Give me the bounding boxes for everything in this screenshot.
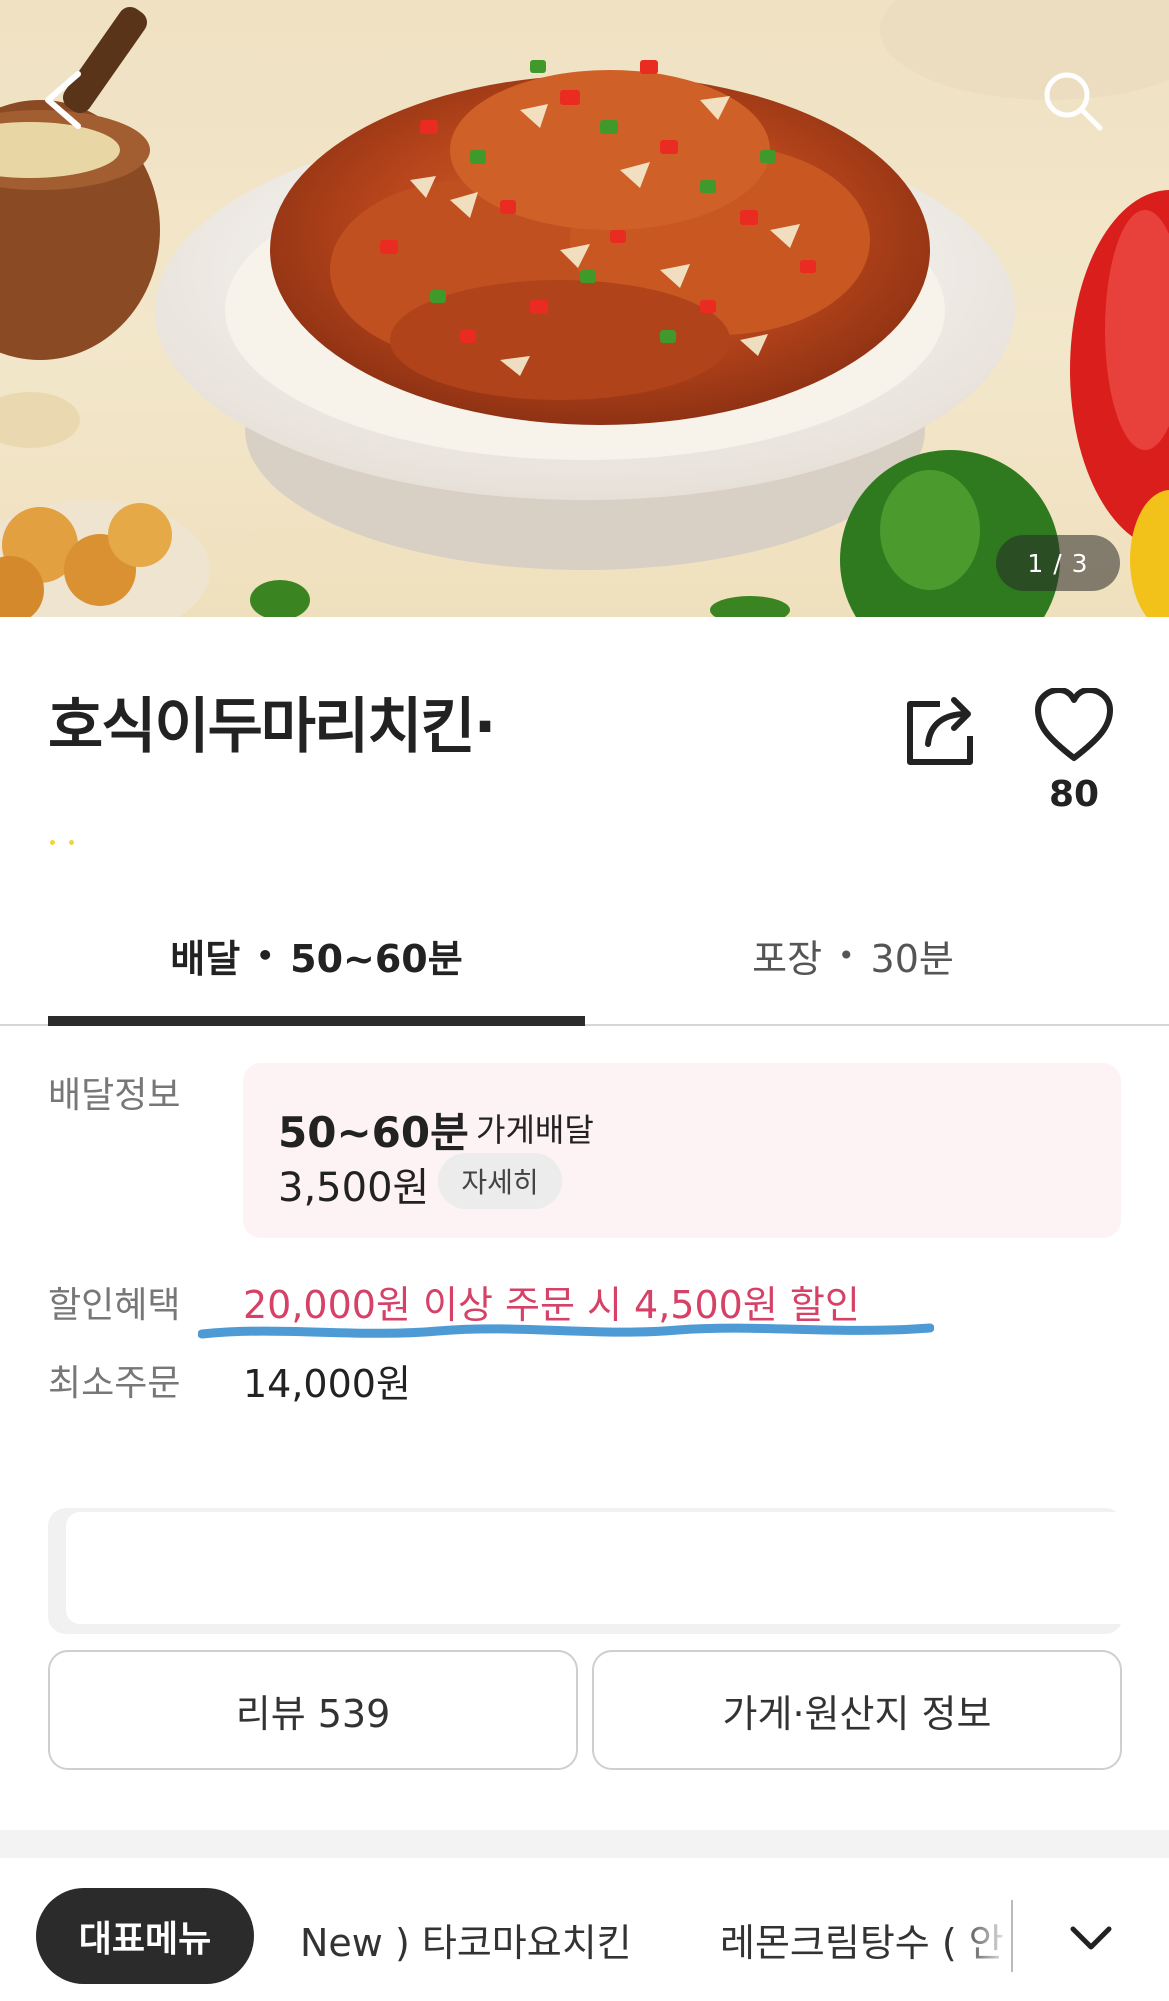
like-button[interactable] xyxy=(1034,687,1114,764)
category-divider xyxy=(1011,1900,1013,1972)
like-count: 80 xyxy=(1048,774,1100,815)
chevron-down-icon xyxy=(1070,1926,1112,1950)
promo-banner[interactable] xyxy=(48,1508,1123,1634)
tab-delivery-time: 50~60분 xyxy=(290,936,463,981)
category-expand-button[interactable] xyxy=(1050,1898,1132,1980)
category-fade xyxy=(958,1888,1012,1984)
discount-label: 할인혜택 xyxy=(48,1285,181,1326)
heart-icon xyxy=(1035,687,1113,761)
active-tab-indicator xyxy=(48,1016,585,1026)
share-button[interactable] xyxy=(900,688,984,772)
delivery-time: 50~60분 xyxy=(278,1108,469,1157)
tab-delivery[interactable]: 배달 • 50~60분 xyxy=(48,920,585,990)
delivery-type: 가게배달 xyxy=(476,1111,594,1149)
tab-delivery-label: 배달 xyxy=(170,936,241,981)
menu-category-bar: 대표메뉴 New ) 타코마요치킨 레몬크림탕수 ( 안 xyxy=(0,1858,1169,2001)
share-icon xyxy=(907,697,973,765)
rating-indicator xyxy=(50,830,90,845)
hero-image: 1 / 3 xyxy=(0,0,1169,617)
tab-pickup-label: 포장 xyxy=(752,936,823,981)
category-item-taco-mayo[interactable]: New ) 타코마요치킨 xyxy=(300,1912,632,1967)
search-icon xyxy=(1044,72,1103,131)
search-button[interactable] xyxy=(1040,68,1120,148)
chevron-left-icon xyxy=(45,71,81,129)
tab-pickup-separator: • xyxy=(838,938,855,972)
tab-pickup[interactable]: 포장 • 30분 xyxy=(585,920,1121,990)
delivery-detail-button[interactable]: 자세히 xyxy=(438,1153,562,1209)
store-name: 호식이두마리치킨· xyxy=(48,692,496,762)
tab-pickup-time: 30분 xyxy=(870,936,954,981)
tab-delivery-separator: • xyxy=(256,938,275,972)
min-order-label: 최소주문 xyxy=(48,1363,181,1404)
delivery-info-label: 배달정보 xyxy=(48,1075,181,1116)
annotation-underline xyxy=(198,1323,934,1339)
min-order-value: 14,000원 xyxy=(243,1362,411,1406)
food-photo xyxy=(0,0,1169,617)
delivery-info-card: 50~60분 가게배달 3,500원 자세히 xyxy=(243,1063,1121,1238)
section-divider xyxy=(0,1830,1169,1858)
category-pill-featured[interactable]: 대표메뉴 xyxy=(36,1888,254,1984)
store-info-button[interactable]: 가게·원산지 정보 xyxy=(592,1650,1122,1770)
delivery-fee: 3,500원 xyxy=(278,1165,430,1211)
image-counter: 1 / 3 xyxy=(996,535,1120,591)
back-button[interactable] xyxy=(38,68,118,148)
review-button[interactable]: 리뷰 539 xyxy=(48,1650,578,1770)
